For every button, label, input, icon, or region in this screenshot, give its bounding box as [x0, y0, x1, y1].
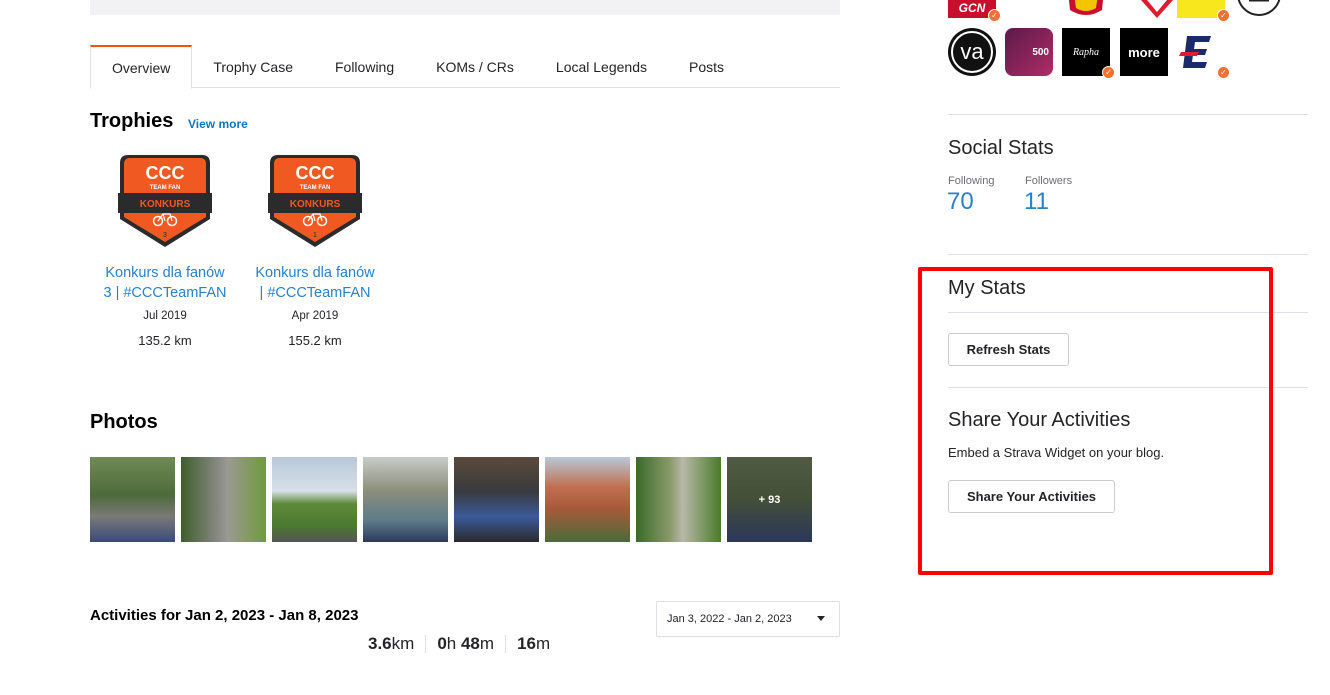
trophy-name-line2[interactable]: 3 | #CCCTeamFAN [103, 285, 226, 301]
divider [505, 635, 507, 653]
distance-unit: km [391, 634, 415, 653]
caret-down-icon [817, 616, 825, 621]
following-count[interactable]: 70 [947, 188, 974, 216]
date-range-value: Jan 3, 2022 - Jan 2, 2023 [667, 613, 792, 625]
club-logo-shield-icon[interactable] [1062, 0, 1110, 18]
profile-tabs: Overview Trophy Case Following KOMs / CR… [90, 45, 840, 89]
svg-text:CCC: CCC [146, 163, 185, 183]
trophies-title: Trophies [90, 110, 174, 132]
followers-count[interactable]: 11 [1024, 188, 1049, 216]
tab-trophy-case[interactable]: Trophy Case [192, 45, 314, 88]
divider [948, 254, 1308, 255]
photo-thumbnail[interactable] [454, 457, 539, 542]
share-description: Embed a Strava Widget on your blog. [948, 445, 1165, 460]
svg-text:TEAM FAN: TEAM FAN [150, 185, 181, 191]
club-logo-chevron-icon[interactable] [1133, 0, 1181, 18]
social-stats-title: Social Stats [948, 137, 1054, 159]
photo-thumbnail[interactable] [636, 457, 721, 542]
photo-thumbnail[interactable] [90, 457, 175, 542]
club-logo-label: GCN [958, 1, 986, 15]
time-hours-unit: h [446, 634, 461, 653]
share-activities-button[interactable]: Share Your Activities [948, 480, 1115, 513]
followers-label: Followers [1025, 175, 1073, 187]
photo-thumbnail[interactable] [272, 457, 357, 542]
trophy-item[interactable]: CCC TEAM FAN KONKURS 1 Konkurs dla fanów… [240, 153, 390, 348]
refresh-stats-button[interactable]: Refresh Stats [948, 333, 1069, 366]
trophy-badge-icon: CCC TEAM FAN KONKURS 1 [268, 155, 362, 247]
club-logo-circle-icon[interactable] [1235, 0, 1283, 18]
my-stats-title: My Stats [948, 277, 1026, 299]
trophy-name-line1[interactable]: Konkurs dla fanów [255, 265, 374, 281]
trophy-distance: 155.2 km [288, 333, 342, 348]
verified-icon: ✓ [988, 9, 1001, 22]
distance-value: 3.6 [368, 634, 392, 653]
club-logo-label: Rapha [1072, 46, 1100, 58]
club-logo-label: va [951, 31, 993, 73]
trophy-date: Apr 2019 [291, 310, 339, 322]
divider [425, 635, 427, 653]
svg-text:TEAM FAN: TEAM FAN [300, 185, 331, 191]
photo-thumbnail[interactable] [363, 457, 448, 542]
photo-strip: + 93 [90, 457, 812, 542]
svg-text:KONKURS: KONKURS [140, 199, 191, 210]
elevation-unit: m [535, 634, 551, 653]
tab-following[interactable]: Following [314, 45, 415, 88]
svg-text:3: 3 [163, 232, 167, 239]
tab-koms-crs[interactable]: KOMs / CRs [415, 45, 535, 88]
divider [948, 312, 1308, 313]
time-hours: 0 [437, 634, 447, 653]
photo-thumbnail[interactable] [181, 457, 266, 542]
trophy-name-line2[interactable]: | #CCCTeamFAN [260, 285, 371, 301]
date-range-select[interactable]: Jan 3, 2022 - Jan 2, 2023 [656, 601, 840, 637]
svg-text:CCC: CCC [296, 163, 335, 183]
divider [948, 387, 1308, 388]
club-logo[interactable]: va [948, 28, 996, 76]
trophy-date: Jul 2019 [143, 310, 187, 322]
share-activities-title: Share Your Activities [948, 409, 1131, 431]
photos-title: Photos [90, 411, 158, 433]
divider [948, 114, 1308, 115]
verified-icon: ✓ [1217, 66, 1230, 79]
trophy-name-line1[interactable]: Konkurs dla fanów [105, 265, 224, 281]
svg-text:1: 1 [313, 232, 317, 239]
verified-icon: ✓ [1102, 66, 1115, 79]
trophy-item[interactable]: CCC TEAM FAN KONKURS 3 Konkurs dla fanów… [90, 153, 240, 348]
tab-posts[interactable]: Posts [668, 45, 745, 88]
following-label: Following [948, 175, 995, 187]
club-logo[interactable]: 500 [1005, 28, 1053, 76]
more-photos-count[interactable]: + 93 [727, 457, 812, 542]
activity-totals: 3.6km 0h 48m 16m [368, 634, 550, 654]
tab-overview[interactable]: Overview [90, 45, 193, 89]
top-strip [90, 0, 840, 15]
time-minutes: 48 [460, 634, 480, 653]
elevation-value: 16 [517, 634, 536, 653]
trophy-badge-icon: CCC TEAM FAN KONKURS 3 [118, 155, 212, 247]
activities-title: Activities for Jan 2, 2023 - Jan 8, 2023 [90, 607, 359, 624]
photo-thumbnail-more[interactable]: + 93 [727, 457, 812, 542]
view-more-link[interactable]: View more [188, 117, 248, 131]
verified-icon: ✓ [1217, 9, 1230, 22]
club-logo-label: more [1128, 44, 1160, 60]
club-logo-label: 500 [1032, 46, 1049, 58]
tab-local-legends[interactable]: Local Legends [535, 45, 668, 88]
svg-text:KONKURS: KONKURS [290, 199, 341, 210]
club-logo[interactable]: more [1120, 28, 1168, 76]
photo-thumbnail[interactable] [545, 457, 630, 542]
time-minutes-unit: m [479, 634, 495, 653]
trophy-distance: 135.2 km [138, 333, 192, 348]
